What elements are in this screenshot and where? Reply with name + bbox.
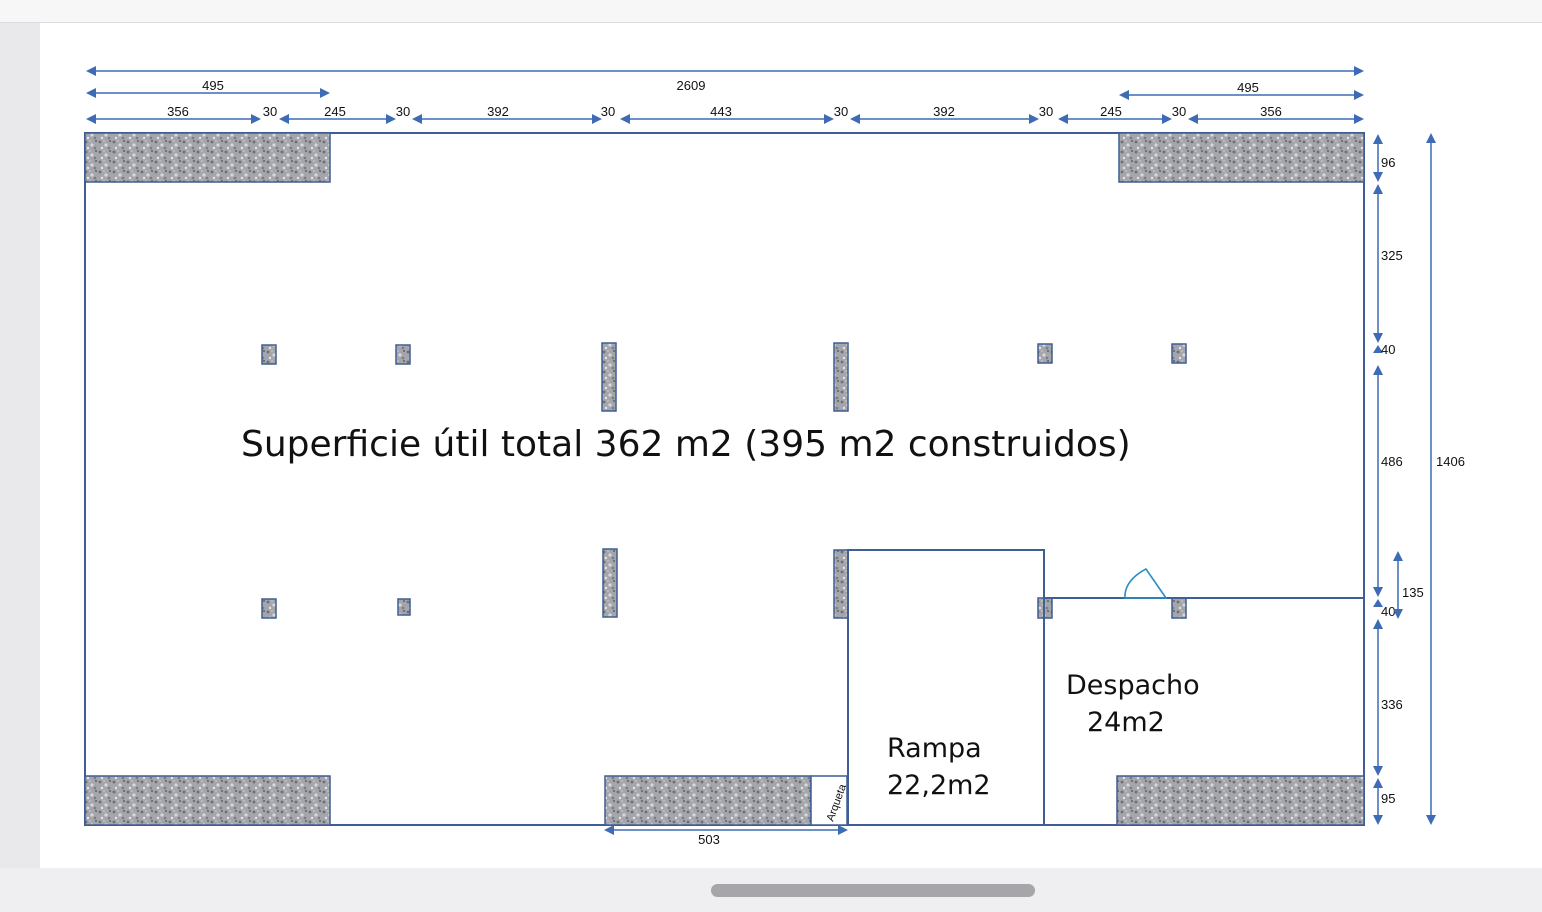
column [1171, 343, 1187, 364]
dimension-label: 95 [1381, 791, 1395, 806]
arrow-head [1373, 184, 1383, 194]
arrow-head [279, 114, 289, 124]
arrow-head [1373, 815, 1383, 825]
arrow-head [1354, 66, 1364, 76]
wall-block-top-right [1118, 132, 1365, 183]
door-swing [1124, 567, 1168, 599]
dimension-label: 356 [167, 104, 189, 119]
dimension-label: 30 [834, 104, 848, 119]
arrow-head [850, 114, 860, 124]
rampa-label: Rampa [887, 733, 982, 764]
dimension-label: 135 [1402, 585, 1424, 600]
dimension-label: 96 [1381, 155, 1395, 170]
floor-plan: Arqueta Superficie útil total 362 m2 (39… [84, 66, 1465, 847]
arrow-head [1373, 134, 1383, 144]
column [833, 549, 849, 619]
rampa-area: 22,2m2 [887, 770, 991, 801]
despacho-area: 24m2 [1087, 707, 1165, 738]
arrow-head [1029, 114, 1039, 124]
arrow-head [412, 114, 422, 124]
column [397, 598, 411, 616]
arrow-head [1058, 114, 1068, 124]
outer-wall [84, 132, 1365, 826]
arrow-head [251, 114, 261, 124]
dimension-label: 495 [202, 78, 224, 93]
dimension-label: 356 [1260, 104, 1282, 119]
dimension-label: 30 [1172, 104, 1186, 119]
arrow-head [1373, 619, 1383, 629]
arrow-head [1426, 815, 1436, 825]
dimension-label: 30 [396, 104, 410, 119]
arrow-head [838, 825, 848, 835]
dimension-label: 30 [263, 104, 277, 119]
dimension-label: 336 [1381, 697, 1403, 712]
column [1171, 597, 1187, 619]
despacho-label: Despacho [1066, 670, 1200, 701]
wall-block-top-left [84, 132, 331, 183]
dimension-label: 40 [1381, 604, 1395, 619]
column [601, 342, 617, 412]
dimension-label: 245 [324, 104, 346, 119]
arrow-head [86, 66, 96, 76]
dimension-label: 486 [1381, 454, 1403, 469]
wall-block-bottom-center [604, 775, 812, 826]
column [602, 548, 618, 618]
column [395, 344, 411, 365]
columns [261, 342, 1187, 619]
arrow-head [1373, 365, 1383, 375]
column [261, 598, 277, 619]
total-area-label: Superficie útil total 362 m2 (395 m2 con… [241, 424, 1131, 465]
arrow-head [620, 114, 630, 124]
dimension-label: 30 [601, 104, 615, 119]
dimension-label: 2609 [677, 78, 706, 93]
arrow-head [320, 88, 330, 98]
arrow-head [1354, 114, 1364, 124]
dimension-label: 392 [933, 104, 955, 119]
column [833, 342, 849, 412]
dimension-label: 1406 [1436, 454, 1465, 469]
arrow-head [604, 825, 614, 835]
arrow-head [1426, 133, 1436, 143]
arrow-head [1373, 766, 1383, 776]
arrow-head [1119, 90, 1129, 100]
arrow-head [86, 114, 96, 124]
column [261, 344, 277, 365]
wall-block-bottom-right [1116, 775, 1365, 826]
dimension-label: 40 [1381, 342, 1395, 357]
dimension-label: 325 [1381, 248, 1403, 263]
dimension-label: 392 [487, 104, 509, 119]
dimension-label: 245 [1100, 104, 1122, 119]
arrow-head [1373, 587, 1383, 597]
dimension-label: 495 [1237, 80, 1259, 95]
arrow-head [1373, 172, 1383, 182]
dimension-label: 503 [698, 832, 720, 847]
arrow-head [824, 114, 834, 124]
arrow-head [1354, 90, 1364, 100]
dimension-label: 443 [710, 104, 732, 119]
arrow-head [1188, 114, 1198, 124]
arrow-head [1373, 778, 1383, 788]
arrow-head [386, 114, 396, 124]
arrow-head [1393, 551, 1403, 561]
column [1037, 343, 1053, 364]
arrow-head [1162, 114, 1172, 124]
dimension-label: 30 [1039, 104, 1053, 119]
wall-block-bottom-left [84, 775, 331, 826]
arrow-head [86, 88, 96, 98]
